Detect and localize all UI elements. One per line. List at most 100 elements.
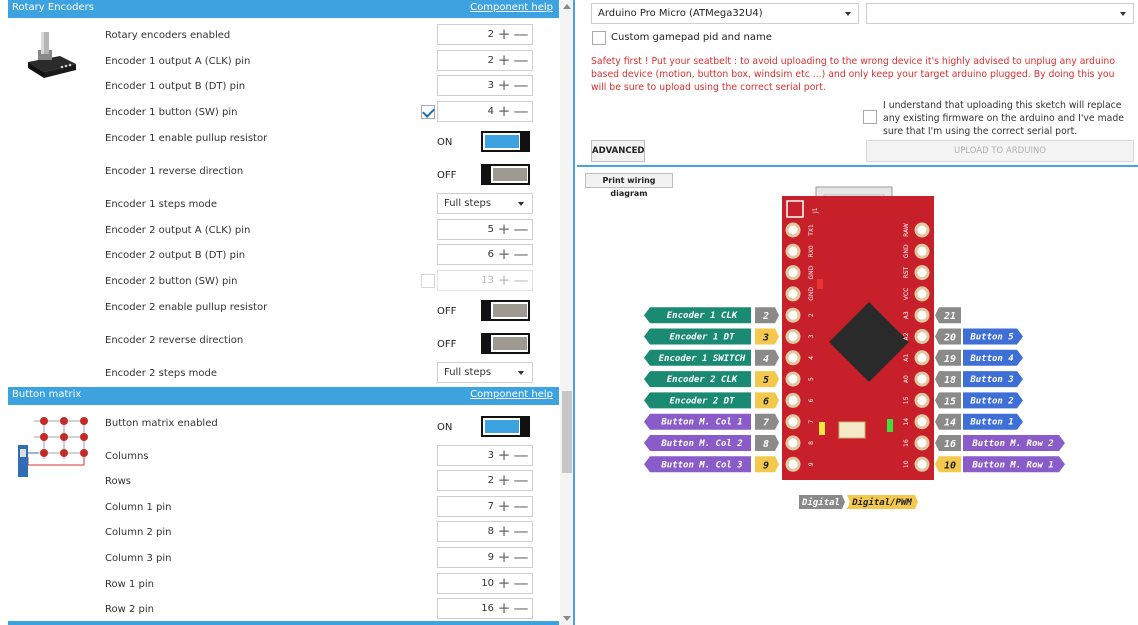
pin-label: 16 <box>903 439 910 447</box>
pin-hole <box>914 243 930 259</box>
plus-icon[interactable]: + <box>496 549 512 566</box>
upload-button[interactable]: UPLOAD TO ARDUINO <box>866 140 1134 162</box>
matrix-rows-stepper[interactable]: 2 + — <box>437 470 533 491</box>
pin-label: 15 <box>903 396 910 404</box>
board-select[interactable]: Arduino Pro Micro (ATMega32U4) <box>591 3 859 24</box>
plus-icon[interactable]: + <box>496 575 512 592</box>
matrix-col1-stepper[interactable]: 7 + — <box>437 496 533 517</box>
component-help-link[interactable]: Component help <box>470 2 553 13</box>
matrix-col1-label: Column 1 pin <box>105 502 172 513</box>
encoder2-dt-stepper[interactable]: 6 + — <box>437 244 533 265</box>
plus-icon[interactable]: + <box>496 600 512 617</box>
encoder2-reverse-label: Encoder 2 reverse direction <box>105 335 244 346</box>
minus-icon[interactable]: — <box>513 575 529 592</box>
encoder1-steps-select[interactable]: Full steps <box>437 193 533 214</box>
minus-icon[interactable]: — <box>513 52 529 69</box>
plus-icon[interactable]: + <box>496 221 512 238</box>
port-select[interactable] <box>866 3 1134 24</box>
custom-pid-label: Custom gamepad pid and name <box>611 32 772 43</box>
pin-hole <box>914 371 930 387</box>
minus-icon[interactable]: — <box>513 523 529 540</box>
minus-icon[interactable]: — <box>513 272 529 289</box>
function-name: Button 2 <box>969 396 1013 406</box>
pin-hole <box>914 307 930 323</box>
toggle-state: OFF <box>437 170 457 181</box>
matrix-col3-stepper[interactable]: 9 + — <box>437 547 533 568</box>
matrix-rows-label: Rows <box>105 476 132 487</box>
plus-icon[interactable]: + <box>496 272 512 289</box>
scroll-down-icon[interactable] <box>563 616 571 621</box>
minus-icon[interactable]: — <box>513 246 529 263</box>
custom-pid-checkbox[interactable] <box>592 31 606 45</box>
minus-icon[interactable]: — <box>513 549 529 566</box>
encoder1-pullup-toggle[interactable] <box>481 131 530 152</box>
agree-checkbox[interactable] <box>863 110 877 124</box>
matrix-enabled-toggle[interactable] <box>481 416 530 437</box>
function-name: Button 4 <box>969 354 1013 364</box>
component-help-link[interactable]: Component help <box>470 389 553 400</box>
encoder2-steps-label: Encoder 2 steps mode <box>105 368 217 379</box>
encoder2-clk-label: Encoder 2 output A (CLK) pin <box>105 225 251 236</box>
encoder2-pullup-toggle[interactable] <box>481 300 530 321</box>
minus-icon[interactable]: — <box>513 472 529 489</box>
pin-hole <box>785 435 801 451</box>
plus-icon[interactable]: + <box>496 52 512 69</box>
plus-icon[interactable]: + <box>496 447 512 464</box>
minus-icon[interactable]: — <box>513 221 529 238</box>
pin-label: RAW <box>903 223 910 237</box>
matrix-col2-stepper[interactable]: 8 + — <box>437 521 533 542</box>
pin-hole <box>914 329 930 344</box>
rotary-enabled-stepper[interactable]: 2 + — <box>437 24 533 45</box>
plus-icon[interactable]: + <box>496 523 512 540</box>
safety-warning: Safety first ! Put your seatbelt : to av… <box>591 56 1116 93</box>
function-name: Button M. Col 1 <box>660 418 742 428</box>
pin-hole <box>785 456 801 472</box>
scrollbar[interactable] <box>560 0 573 625</box>
plus-icon[interactable]: + <box>496 246 512 263</box>
encoder2-steps-select[interactable]: Full steps <box>437 362 533 383</box>
plus-icon[interactable]: + <box>496 498 512 515</box>
scroll-up-icon[interactable] <box>563 4 571 9</box>
plus-icon[interactable]: + <box>496 103 512 120</box>
encoder1-reverse-toggle[interactable] <box>481 164 530 185</box>
pin-hole <box>914 435 930 451</box>
pin-number: 9 <box>763 460 769 471</box>
encoder2-sw-stepper[interactable]: 13 + — <box>437 270 533 291</box>
minus-icon[interactable]: — <box>513 498 529 515</box>
minus-icon[interactable]: — <box>513 447 529 464</box>
encoder1-sw-stepper[interactable]: 4 + — <box>437 101 533 122</box>
function-name: Encoder 1 CLK <box>667 311 739 321</box>
pin-hole <box>785 265 801 281</box>
encoder2-clk-stepper[interactable]: 5 + — <box>437 219 533 240</box>
plus-icon[interactable]: + <box>496 472 512 489</box>
encoder1-clk-stepper[interactable]: 2 + — <box>437 50 533 71</box>
reset-button <box>838 421 866 439</box>
legend-pwm-label: Digital/PWM <box>851 497 912 508</box>
minus-icon[interactable]: — <box>513 103 529 120</box>
pin-number: 8 <box>763 439 769 450</box>
minus-icon[interactable]: — <box>513 600 529 617</box>
encoder1-dt-stepper[interactable]: 3 + — <box>437 75 533 96</box>
stepper-value: 2 <box>487 29 494 40</box>
matrix-columns-label: Columns <box>105 451 149 462</box>
advanced-button[interactable]: ADVANCED <box>591 140 645 162</box>
pin-hole <box>785 414 801 430</box>
pin-hole <box>785 371 801 387</box>
matrix-columns-stepper[interactable]: 3 + — <box>437 445 533 466</box>
stepper-value: 7 <box>487 501 494 512</box>
stepper-value: 2 <box>487 55 494 66</box>
pin-number: 21 <box>943 311 956 322</box>
matrix-row1-stepper[interactable]: 10 + — <box>437 573 533 594</box>
section-title: Button matrix <box>12 389 82 400</box>
encoder2-sw-checkbox[interactable] <box>421 274 435 288</box>
minus-icon[interactable]: — <box>513 26 529 43</box>
encoder1-sw-checkbox[interactable] <box>421 105 435 119</box>
matrix-row2-stepper[interactable]: 16 + — <box>437 598 533 619</box>
pin-hole <box>914 414 930 430</box>
plus-icon[interactable]: + <box>496 77 512 94</box>
plus-icon[interactable]: + <box>496 26 512 43</box>
next-section-header <box>8 621 559 625</box>
encoder2-reverse-toggle[interactable] <box>481 333 530 354</box>
minus-icon[interactable]: — <box>513 77 529 94</box>
scrollbar-thumb[interactable] <box>562 391 572 473</box>
